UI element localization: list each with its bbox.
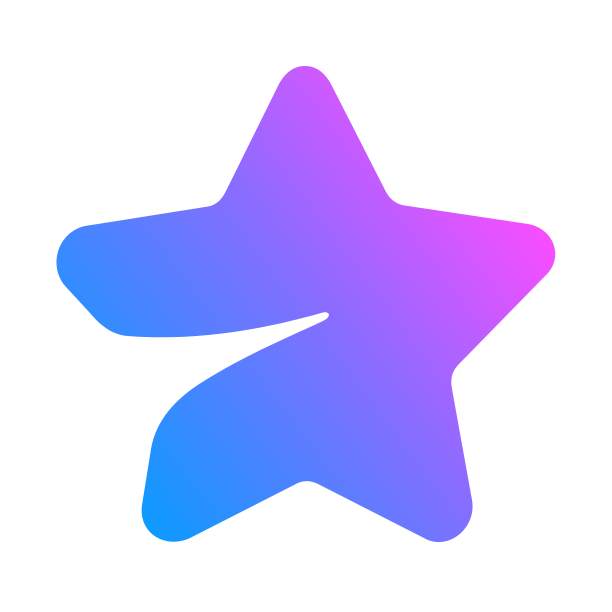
icon-canvas: [0, 0, 612, 612]
star-shape: [56, 66, 556, 543]
star-icon: [56, 66, 556, 543]
